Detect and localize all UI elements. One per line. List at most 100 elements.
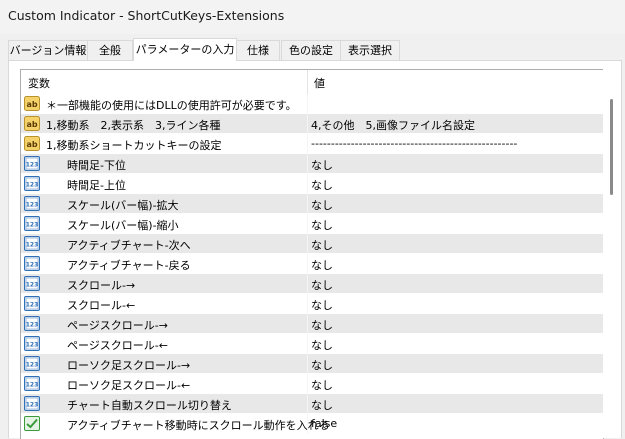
enum-123-icon: 123 [24,256,40,271]
header-value[interactable]: 値 [314,75,325,91]
parameters-grid: 変数 値 ab ＊一部機能の使用にはDLLの使用許可が必要です。 ab 1,移動系 2… [20,69,604,439]
table-row[interactable]: ab 1,移動系 2,表示系 3,ライン各種 4,その他 5,画像ファイル名設定 [21,114,603,134]
tab-colors[interactable]: 色の設定 [281,40,341,60]
cell-divider [307,394,308,414]
header-variable[interactable]: 変数 [28,75,50,91]
svg-text:123: 123 [26,302,39,309]
table-row[interactable]: 123 ページスクロール-← なし [21,334,603,354]
table-row[interactable]: 123 スクロール-← なし [21,294,603,314]
param-value[interactable]: なし [311,177,591,193]
bool-icon [24,416,40,431]
enum-123-icon: 123 [24,376,40,391]
param-value[interactable]: なし [311,257,591,273]
cell-divider [307,274,308,294]
param-value[interactable]: なし [311,317,591,333]
table-row[interactable]: 123 チャート自動スクロール切り替え なし [21,394,603,414]
enum-123-icon: 123 [24,336,40,351]
param-value[interactable]: なし [311,357,591,373]
param-name: ローソク足スクロール-→ [67,359,191,372]
table-row[interactable]: 123 アクティブチャート-次へ なし [21,234,603,254]
param-name: 1,移動系ショートカットキーの設定 [46,139,222,152]
param-name: ＊一部機能の使用にはDLLの使用許可が必要です。 [46,99,297,112]
scrollbar-thumb[interactable] [610,99,613,195]
param-name: チャート自動スクロール切り替え [67,399,232,412]
table-row[interactable]: 123 時間足-上位 なし [21,174,603,194]
param-name: 時間足-下位 [67,159,126,172]
param-name: ページスクロール-← [67,339,168,352]
cell-divider [307,234,308,254]
svg-text:123: 123 [26,222,39,229]
param-value[interactable]: なし [311,377,591,393]
param-value[interactable]: なし [311,217,591,233]
enum-123-icon: 123 [24,356,40,371]
grid-header: 変数 値 [21,70,603,94]
param-value[interactable]: なし [311,397,591,413]
cell-divider [307,154,308,174]
table-row[interactable]: 123 ローソク足スクロール-→ なし [21,354,603,374]
table-row[interactable]: ab ＊一部機能の使用にはDLLの使用許可が必要です。 [21,94,603,114]
param-name: 時間足-上位 [67,179,126,192]
param-value[interactable]: ----------------------------------------… [311,137,591,150]
table-row[interactable]: 123 アクティブチャート-戻る なし [21,254,603,274]
cell-divider [307,174,308,194]
grid-rows: ab ＊一部機能の使用にはDLLの使用許可が必要です。 ab 1,移動系 2,表示系 … [21,94,603,434]
svg-text:123: 123 [26,382,39,389]
param-value[interactable]: なし [311,197,591,213]
svg-text:123: 123 [26,162,39,169]
string-ab-icon: ab [24,116,40,131]
svg-text:123: 123 [26,242,39,249]
enum-123-icon: 123 [24,196,40,211]
title-bar: Custom Indicator - ShortCutKeys-Extensio… [0,0,625,34]
tab-bar: バージョン情報 全般 パラメーターの入力 仕様 色の設定 表示選択 [8,38,620,61]
table-row[interactable]: アクティブチャート移動時にスクロール動作を入れる false [21,414,603,434]
string-ab-icon: ab [24,136,40,151]
param-name: スケール(バー幅)-縮小 [67,219,179,232]
cell-divider [307,414,308,434]
enum-123-icon: 123 [24,396,40,411]
header-divider[interactable] [307,70,308,94]
window-title: Custom Indicator - ShortCutKeys-Extensio… [8,8,285,23]
param-value[interactable]: なし [311,277,591,293]
cell-divider [307,214,308,234]
tab-general[interactable]: 全般 [87,40,133,60]
enum-123-icon: 123 [24,276,40,291]
cell-divider [307,114,308,134]
vertical-scrollbar[interactable] [603,69,619,438]
param-value[interactable]: なし [311,337,591,353]
cell-divider [307,94,308,114]
cell-divider [307,314,308,334]
enum-123-icon: 123 [24,156,40,171]
table-row[interactable]: ab 1,移動系ショートカットキーの設定 ---------------------… [21,134,603,154]
param-value[interactable]: なし [311,157,591,173]
cell-divider [307,134,308,154]
string-ab-icon: ab [24,96,40,111]
enum-123-icon: 123 [24,176,40,191]
param-value[interactable]: なし [311,237,591,253]
svg-text:123: 123 [26,282,39,289]
cell-divider [307,354,308,374]
table-row[interactable]: 123 ページスクロール-→ なし [21,314,603,334]
table-row[interactable]: 123 スクロール-→ なし [21,274,603,294]
svg-text:ab: ab [26,100,37,109]
param-value[interactable]: なし [311,297,591,313]
tab-spec[interactable]: 仕様 [236,40,280,60]
param-value[interactable]: false [311,417,591,430]
param-name: アクティブチャート-戻る [67,259,191,272]
tab-parameters[interactable]: パラメーターの入力 [133,38,237,61]
cell-divider [307,254,308,274]
table-row[interactable]: 123 時間足-下位 なし [21,154,603,174]
enum-123-icon: 123 [24,216,40,231]
svg-text:ab: ab [26,140,37,149]
table-row[interactable]: 123 スケール(バー幅)-拡大 なし [21,194,603,214]
tab-display-select[interactable]: 表示選択 [340,40,400,60]
param-name: スクロール-→ [67,279,136,292]
cell-divider [307,194,308,214]
tab-version-info[interactable]: バージョン情報 [8,40,88,60]
table-row[interactable]: 123 スケール(バー幅)-縮小 なし [21,214,603,234]
param-value[interactable]: 4,その他 5,画像ファイル名設定 [311,117,591,133]
cell-divider [307,374,308,394]
enum-123-icon: 123 [24,296,40,311]
parameters-panel: 変数 値 ab ＊一部機能の使用にはDLLの使用許可が必要です。 ab 1,移動系 2… [8,60,622,439]
table-row[interactable]: 123 ローソク足スクロール-← なし [21,374,603,394]
svg-text:123: 123 [26,182,39,189]
